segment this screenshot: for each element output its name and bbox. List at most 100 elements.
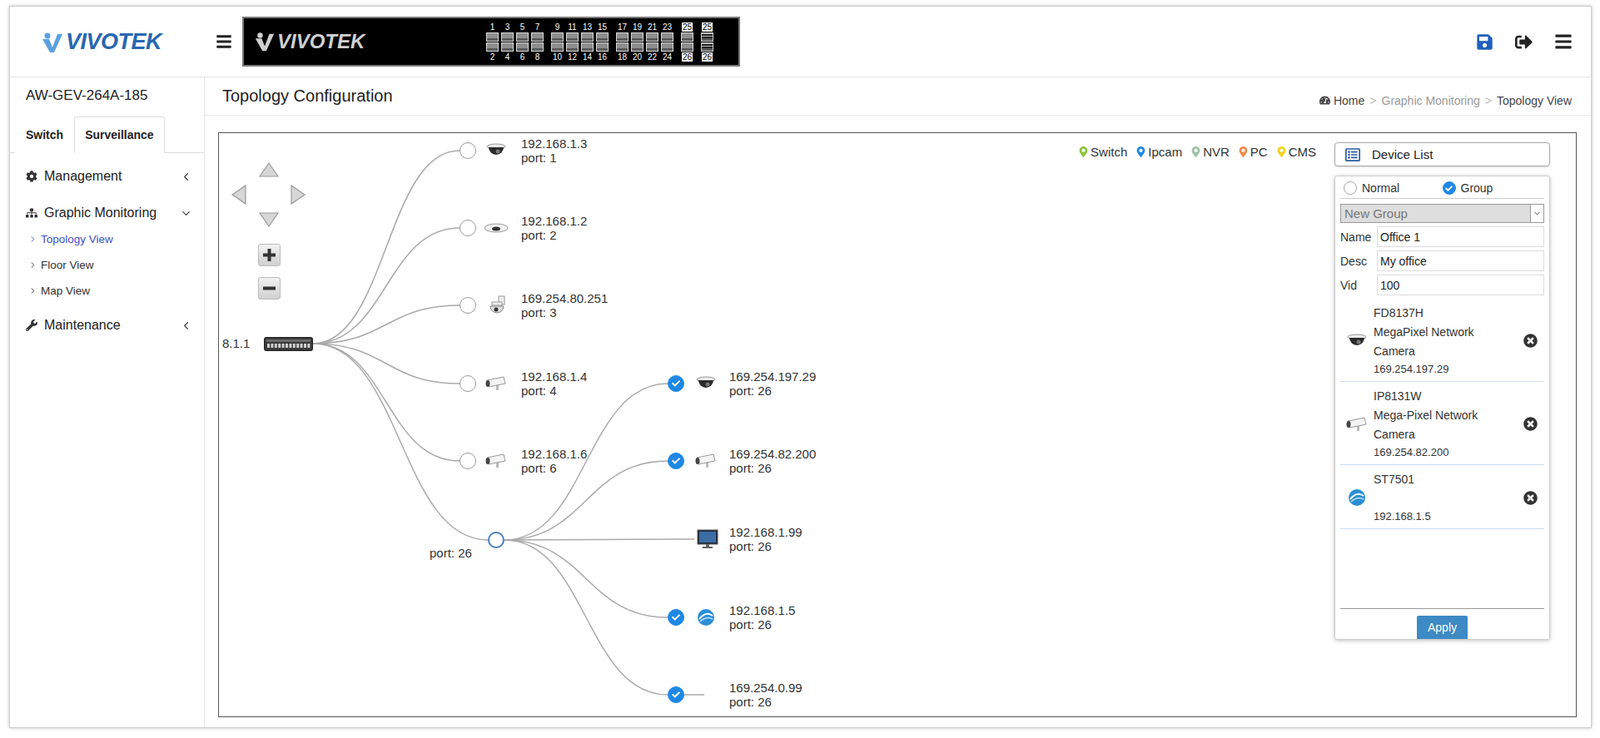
remove-device-button[interactable] [1523,491,1538,506]
logout-button[interactable] [1513,31,1535,53]
group-select[interactable]: New Group [1340,203,1545,224]
node-checkbox[interactable] [459,452,477,470]
port-jack [596,32,609,42]
logo[interactable]: VIVOTEK [40,29,191,55]
node-checkbox[interactable] [667,686,685,704]
hub-node[interactable] [487,531,505,549]
port-number: 20 [631,52,643,62]
port[interactable]: 34 [500,22,515,62]
port[interactable]: 12 [485,22,500,62]
device-description: MegaPixel Network Camera [1373,322,1499,362]
port[interactable]: 1516 [595,22,610,62]
apply-button[interactable]: Apply [1416,616,1468,640]
bullet-device-icon [691,451,721,472]
remove-device-button[interactable] [1523,417,1538,432]
st-device-icon [1342,487,1372,508]
node-checkbox[interactable] [459,142,477,160]
breadcrumb-item[interactable]: Home [1319,94,1365,108]
port-jack [501,32,514,42]
sidebar-tab[interactable]: Surveillance [74,116,165,154]
root-switch[interactable] [263,337,314,355]
dashboard-icon [1319,94,1331,106]
bullet-camera-icon [481,373,511,394]
node-device[interactable] [481,218,511,239]
port[interactable]: 1718 [615,22,630,62]
sidebar-item[interactable]: Management [9,158,204,195]
node-checkbox[interactable] [667,452,685,470]
port[interactable]: 1314 [580,22,595,62]
node-device[interactable] [691,607,721,628]
node-device[interactable] [691,451,721,472]
node-device[interactable] [481,373,511,394]
breadcrumb: Home>Graphic Monitoring>Topology View [1319,94,1572,108]
port-number: 2 [489,52,497,62]
sidebar-subitem[interactable]: Floor View [9,252,204,279]
sidebar-tab[interactable]: Switch [14,116,75,154]
menu-toggle[interactable] [212,29,236,54]
port[interactable]: 2122 [645,22,660,62]
sidebar-item[interactable]: Graphic Monitoring [9,194,204,232]
save-icon [1475,33,1494,51]
port[interactable]: 2324 [660,22,675,62]
breadcrumb-separator: > [1369,94,1377,108]
port-number: 4 [504,52,512,62]
sidebar-subitem[interactable]: Map View [9,278,204,304]
node-device[interactable] [481,295,511,316]
check-icon [671,613,681,622]
save-button[interactable] [1474,31,1496,53]
port-jack [596,42,609,52]
fisheye-camera-icon [481,218,511,239]
node-device[interactable] [481,451,511,472]
node-checkbox[interactable] [459,297,477,314]
node-label: 169.254.0.99port: 26 [729,680,803,710]
device-ip: 169.254.197.29 [1373,361,1499,378]
port-number: 3 [504,22,512,32]
node-checkbox[interactable] [459,219,477,237]
node-device[interactable] [694,529,723,550]
text-field[interactable]: My office [1376,250,1545,272]
bullet-device-icon [1342,414,1372,435]
port[interactable]: 56 [515,22,530,62]
radio-mark [1343,181,1357,195]
node-device[interactable] [481,140,511,161]
remove-device-button[interactable] [1523,333,1538,348]
main: Topology ConfigurationHome>Graphic Monit… [204,77,1591,728]
breadcrumb-item[interactable]: Topology View [1496,94,1572,108]
breadcrumb-item[interactable]: Graphic Monitoring [1381,94,1481,108]
device-text: FD8137HMegaPixel Network Camera169.254.1… [1373,303,1499,378]
port[interactable]: 25 26 [700,22,715,62]
port-number: 25 [701,22,713,32]
port[interactable]: 78 [530,22,545,62]
port-number: 26 [701,52,713,62]
node-checkbox[interactable] [459,375,477,393]
device-list-button[interactable]: Device List [1334,142,1551,167]
text-field[interactable]: 100 [1376,274,1545,296]
topology-canvas[interactable]: 8.1.1192.168.1.3port: 1192.168.1.2port: … [218,132,1577,718]
list-icon [1345,147,1361,163]
port[interactable]: 910 [550,22,565,62]
node-checkbox[interactable] [667,609,685,627]
port[interactable]: 1112 [565,22,580,62]
zoom-in-button[interactable] [258,243,281,267]
text-field[interactable]: Office 1 [1376,226,1545,248]
group-devices: FD8137HMegaPixel Network Camera169.254.1… [1340,298,1545,609]
zoom-out-button[interactable] [258,277,281,300]
sidebar-item-label: Graphic Monitoring [44,205,174,221]
pan-left-button[interactable] [228,183,251,206]
sidebar-subitem[interactable]: Topology View [9,226,204,253]
node-checkbox[interactable] [667,375,685,393]
mode-radio[interactable]: Normal [1343,181,1443,195]
pan-down-button[interactable] [258,208,280,230]
more-menu-button[interactable] [1552,30,1575,53]
check-icon [671,457,681,466]
device-list-panel: NormalGroupNew GroupNameOffice 1DescMy o… [1334,175,1551,641]
pan-up-button[interactable] [258,159,280,182]
sidebar-item[interactable]: Maintenance [9,307,204,344]
mode-radio[interactable]: Group [1442,181,1542,195]
pan-right-button[interactable] [286,183,309,206]
node-label: 169.254.80.251port: 3 [521,291,608,320]
port-jack [566,42,579,52]
port[interactable]: 1920 [630,22,645,62]
node-device[interactable] [691,373,721,394]
port[interactable]: 2526 [680,22,695,62]
